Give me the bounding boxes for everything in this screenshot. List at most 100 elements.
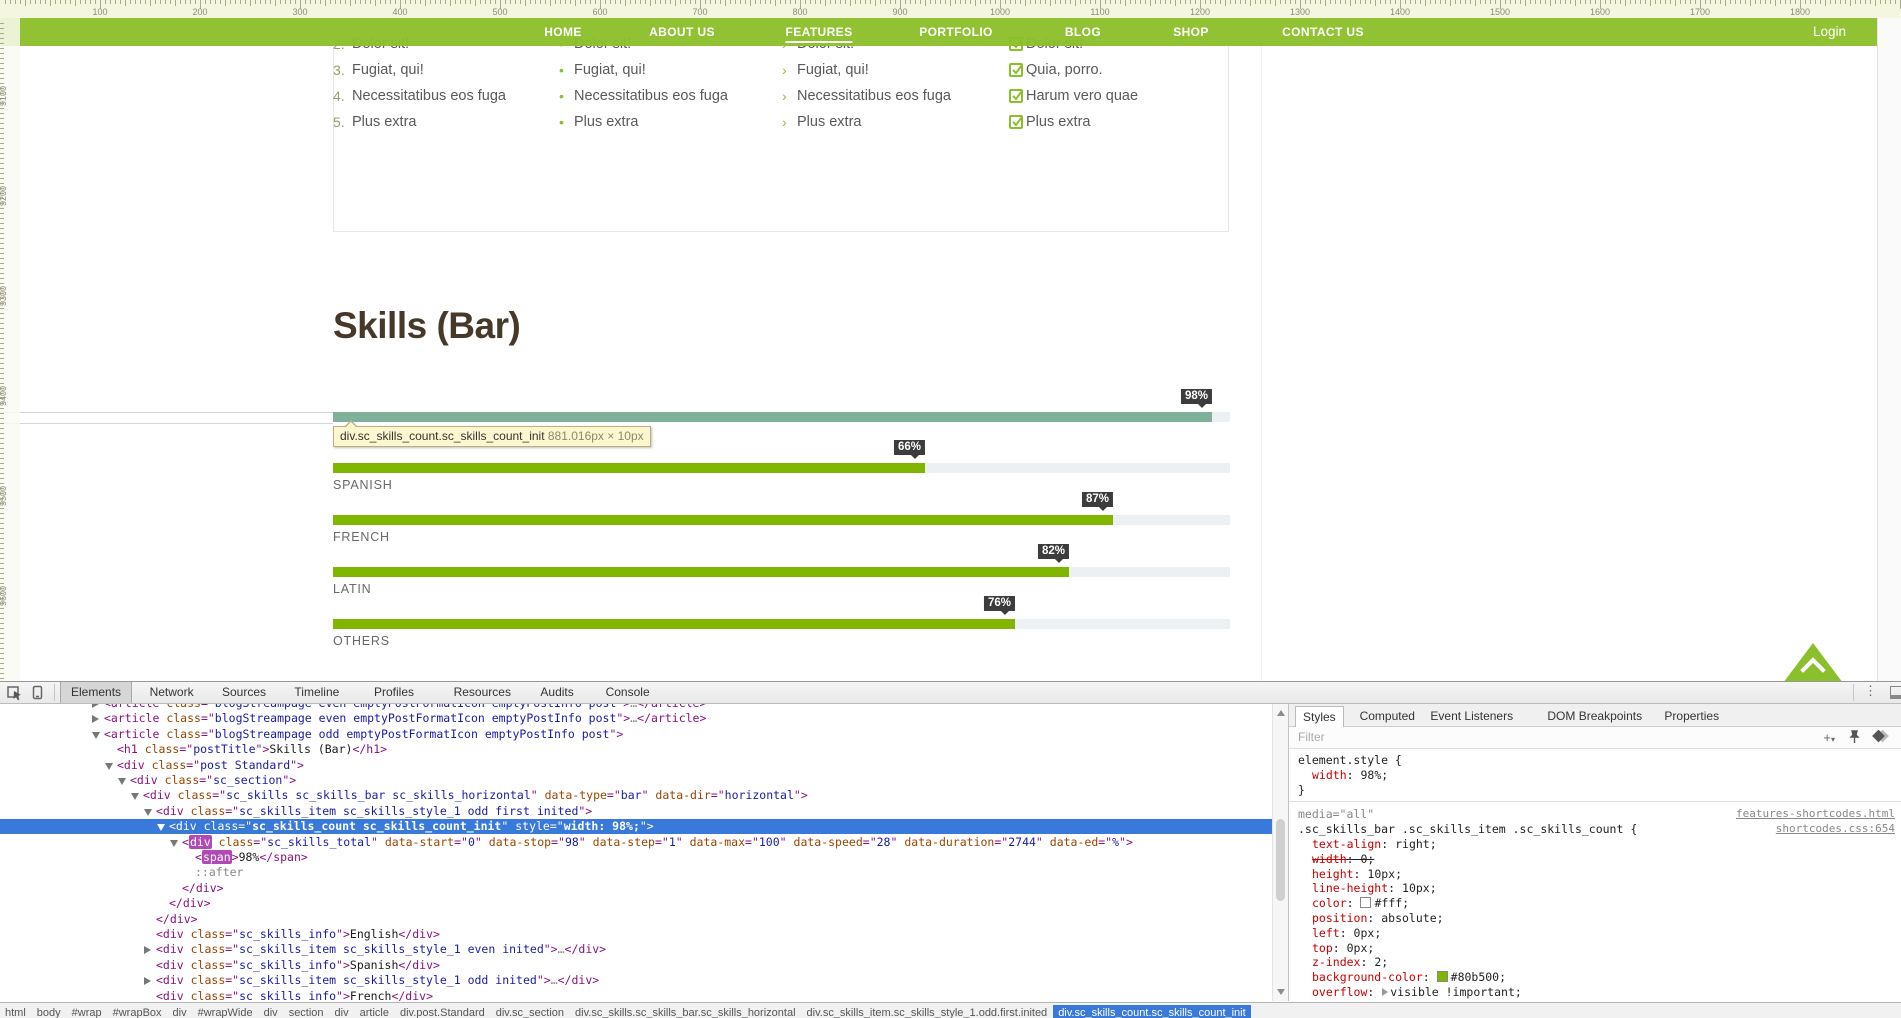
breadcrumb-item[interactable]: html — [0, 1005, 31, 1018]
css-property-line-height[interactable]: line-height: 10px; — [1312, 881, 1895, 895]
tree-node[interactable]: <div class="sc_skills_info">Spanish</div… — [0, 958, 1272, 973]
nav-item-portfolio[interactable]: PORTFOLIO — [919, 18, 993, 46]
css-property-height[interactable]: height: 10px; — [1312, 867, 1895, 881]
inspect-element-icon[interactable] — [6, 684, 23, 701]
nav-item-blog[interactable]: BLOG — [1065, 18, 1101, 46]
sidebar-tab-computed[interactable]: Computed — [1353, 706, 1422, 726]
breadcrumb-item[interactable]: div.sc_skills.sc_skills_bar.sc_skills_ho… — [570, 1005, 800, 1018]
tree-node[interactable]: <div class="sc_skills_info">English</div… — [0, 927, 1272, 942]
tree-node[interactable]: <div class="post Standard"> — [0, 758, 1272, 773]
expand-open-icon[interactable] — [170, 840, 178, 847]
element-state-icon[interactable] — [1871, 730, 1889, 746]
tree-node[interactable]: <article class="blogStreampage even empt… — [0, 711, 1272, 726]
breadcrumb-item[interactable]: div — [330, 1005, 354, 1018]
tree-node[interactable]: <article class="blogStreampage even empt… — [0, 704, 1272, 711]
tree-node[interactable]: </div> — [0, 912, 1272, 927]
breadcrumb-item[interactable]: div.post.Standard — [395, 1005, 490, 1018]
new-style-rule-icon[interactable]: +▾ — [1823, 730, 1835, 745]
sidebar-tab-styles[interactable]: Styles — [1295, 706, 1344, 728]
expand-open-icon[interactable] — [105, 763, 113, 770]
devtools-tab-profiles[interactable]: Profiles — [364, 682, 424, 703]
tree-node[interactable]: <div class="sc_skills_item sc_skills_sty… — [0, 804, 1272, 819]
tree-node[interactable]: ::after — [0, 865, 1272, 880]
css-property-text-align[interactable]: text-align: right; — [1312, 837, 1895, 851]
devtools-tab-elements[interactable]: Elements — [60, 682, 132, 703]
breadcrumb-item[interactable]: #wrapBox — [108, 1005, 167, 1018]
tree-node[interactable]: <div class="sc_skills_item sc_skills_sty… — [0, 973, 1272, 988]
page-scrollbar[interactable] — [1877, 0, 1901, 681]
devtools-tab-timeline[interactable]: Timeline — [284, 682, 349, 703]
breadcrumb-item[interactable]: div — [168, 1005, 192, 1018]
expand-closed-icon[interactable] — [144, 977, 151, 985]
devtools-tab-sources[interactable]: Sources — [212, 682, 276, 703]
breadcrumb-item[interactable]: div.sc_section — [491, 1005, 569, 1018]
tree-node[interactable]: <span>98%</span> — [0, 850, 1272, 865]
css-property-top[interactable]: top: 0px; — [1312, 941, 1895, 955]
css-property-color[interactable]: color: #fff; — [1312, 896, 1895, 910]
scroll-top-button[interactable] — [1768, 643, 1858, 681]
css-property-background-color[interactable]: background-color: #80b500; — [1312, 970, 1895, 984]
breadcrumb-item[interactable]: #wrapWide — [193, 1005, 258, 1018]
expand-open-icon[interactable] — [157, 824, 165, 831]
devtools-tab-resources[interactable]: Resources — [444, 682, 521, 703]
breadcrumb-item[interactable]: article — [355, 1005, 394, 1018]
color-swatch[interactable] — [1360, 897, 1371, 908]
css-property-position[interactable]: position: absolute; — [1312, 911, 1895, 925]
devtools-tab-audits[interactable]: Audits — [530, 682, 583, 703]
expand-open-icon[interactable] — [144, 809, 152, 816]
tree-node[interactable]: <h1 class="postTitle">Skills (Bar)</h1> — [0, 742, 1272, 757]
tree-node[interactable]: <article class="blogStreampage odd empty… — [0, 727, 1272, 742]
sidebar-tab-properties[interactable]: Properties — [1657, 706, 1726, 726]
tree-node[interactable]: <div class="sc_skills sc_skills_bar sc_s… — [0, 788, 1272, 803]
tree-node[interactable]: </div> — [0, 881, 1272, 896]
breadcrumb-item[interactable]: div — [259, 1005, 283, 1018]
rule-selector[interactable]: .sc_skills_bar .sc_skills_item .sc_skill… — [1298, 822, 1895, 836]
css-property-width[interactable]: width: 0; — [1312, 852, 1895, 866]
breadcrumb-item[interactable]: #wrap — [67, 1005, 107, 1018]
expand-open-icon[interactable] — [131, 793, 139, 800]
breadcrumb-item[interactable]: div.sc_skills_count.sc_skills_count_init — [1053, 1005, 1251, 1018]
expand-closed-icon[interactable] — [92, 715, 99, 723]
color-swatch[interactable] — [1437, 971, 1448, 982]
dock-side-icon[interactable] — [1890, 686, 1901, 699]
css-property-left[interactable]: left: 0px; — [1312, 926, 1895, 940]
expand-closed-icon[interactable] — [144, 946, 151, 954]
scrollbar-thumb[interactable] — [1276, 819, 1285, 901]
stylesheet-link[interactable]: features-shortcodes.html — [1736, 807, 1895, 821]
sidebar-tab-dom-breakpoints[interactable]: DOM Breakpoints — [1540, 706, 1649, 726]
login-link[interactable]: Login — [1813, 18, 1846, 46]
devtools-tab-console[interactable]: Console — [596, 682, 660, 703]
expand-open-icon[interactable] — [118, 778, 126, 785]
filter-input[interactable]: Filter — [1298, 730, 1325, 744]
nav-item-home[interactable]: HOME — [544, 18, 582, 46]
more-options-icon[interactable]: ⋮ — [1864, 683, 1877, 699]
style-rule-selector[interactable]: element.style { — [1298, 753, 1895, 767]
scroll-up-icon[interactable] — [1277, 710, 1285, 716]
breadcrumb-item[interactable]: section — [284, 1005, 329, 1018]
expand-open-icon[interactable] — [92, 732, 100, 739]
scroll-down-icon[interactable] — [1277, 989, 1285, 995]
tree-node[interactable]: </div> — [0, 896, 1272, 911]
nav-item-contact-us[interactable]: CONTACT US — [1282, 18, 1364, 46]
breadcrumb-item[interactable]: div.sc_skills_item.sc_skills_style_1.odd… — [802, 1005, 1053, 1018]
tree-node[interactable]: <div class="sc_section"> — [0, 773, 1272, 788]
elements-tree-scrollbar[interactable] — [1272, 704, 1288, 1001]
sidebar-tab-event-listeners[interactable]: Event Listeners — [1423, 706, 1520, 726]
element-state-pin-icon[interactable] — [1848, 730, 1861, 747]
tree-node[interactable]: <div class="sc_skills_info">French</div> — [0, 989, 1272, 1001]
tree-node[interactable]: <div class="sc_skills_item sc_skills_sty… — [0, 942, 1272, 957]
breadcrumb-item[interactable]: body — [32, 1005, 66, 1018]
tree-node[interactable]: <div class="sc_skills_total" data-start=… — [0, 835, 1272, 850]
stylesheet-link[interactable]: shortcodes.css:654 — [1776, 822, 1895, 836]
expand-shorthand-icon[interactable] — [1382, 988, 1388, 996]
nav-item-shop[interactable]: SHOP — [1173, 18, 1209, 46]
tree-node-selected[interactable]: <div class="sc_skills_count sc_skills_co… — [0, 819, 1272, 834]
css-property[interactable]: width: 98%; — [1312, 768, 1895, 782]
nav-item-features[interactable]: FEATURES — [786, 18, 853, 46]
devtools-tab-network[interactable]: Network — [140, 682, 204, 703]
nav-item-about-us[interactable]: ABOUT US — [649, 18, 715, 46]
expand-closed-icon[interactable] — [92, 704, 99, 708]
css-property-z-index[interactable]: z-index: 2; — [1312, 955, 1895, 969]
device-mode-icon[interactable] — [29, 684, 46, 701]
css-property-overflow[interactable]: overflow: visible !important; — [1312, 985, 1895, 999]
